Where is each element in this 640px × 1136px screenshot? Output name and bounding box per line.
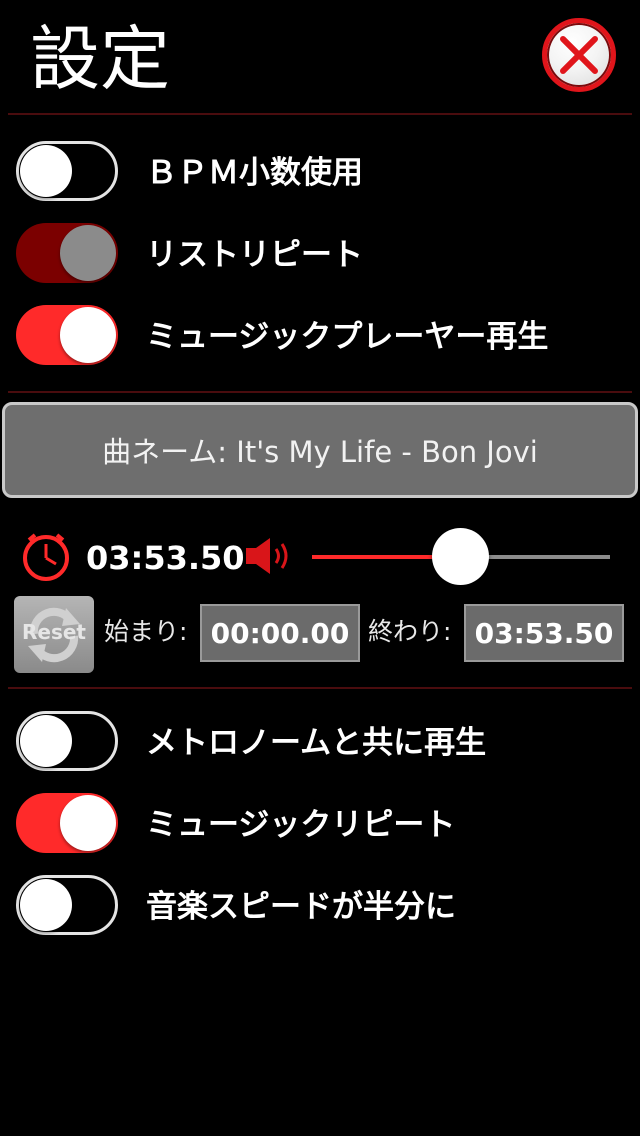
toggle-knob bbox=[20, 715, 72, 767]
song-select-button[interactable]: 曲ネーム: It's My Life - Bon Jovi bbox=[2, 402, 638, 498]
page-title: 設定 bbox=[30, 18, 170, 100]
toggle-knob bbox=[60, 795, 116, 851]
start-time-field[interactable]: 00:00.00 bbox=[200, 604, 360, 662]
divider bbox=[8, 113, 632, 115]
end-time-field[interactable]: 03:53.50 bbox=[464, 604, 624, 662]
speaker-icon bbox=[244, 536, 294, 576]
toggle-knob bbox=[60, 307, 116, 363]
divider bbox=[8, 391, 632, 393]
music-player-toggle[interactable] bbox=[16, 305, 118, 365]
music-repeat-toggle[interactable] bbox=[16, 793, 118, 853]
music-repeat-label: ミュージックリピート bbox=[146, 807, 456, 843]
toggle-knob bbox=[20, 879, 72, 931]
volume-slider-thumb[interactable] bbox=[432, 528, 489, 585]
reset-button[interactable]: Reset bbox=[14, 596, 94, 673]
play-with-metronome-label: メトロノームと共に再生 bbox=[146, 725, 487, 761]
bpm-decimal-toggle[interactable] bbox=[16, 141, 118, 201]
clock-icon bbox=[20, 531, 72, 583]
start-label: 始まり: bbox=[104, 617, 188, 646]
elapsed-time: 03:53.50 bbox=[86, 539, 245, 577]
bpm-decimal-label: ＢＰＭ小数使用 bbox=[146, 155, 363, 191]
close-icon bbox=[560, 36, 598, 74]
divider bbox=[8, 687, 632, 689]
music-player-label: ミュージックプレーヤー再生 bbox=[146, 319, 549, 355]
play-with-metronome-toggle[interactable] bbox=[16, 711, 118, 771]
end-label: 終わり: bbox=[368, 617, 452, 646]
close-button[interactable] bbox=[542, 18, 616, 92]
toggle-knob bbox=[60, 225, 116, 281]
half-speed-label: 音楽スピードが半分に bbox=[146, 889, 456, 925]
toggle-knob bbox=[20, 145, 72, 197]
list-repeat-toggle[interactable] bbox=[16, 223, 118, 283]
song-name-label: 曲ネーム: It's My Life - Bon Jovi bbox=[102, 435, 538, 469]
half-speed-toggle[interactable] bbox=[16, 875, 118, 935]
reset-label: Reset bbox=[22, 620, 86, 644]
list-repeat-label: リストリピート bbox=[146, 237, 363, 273]
